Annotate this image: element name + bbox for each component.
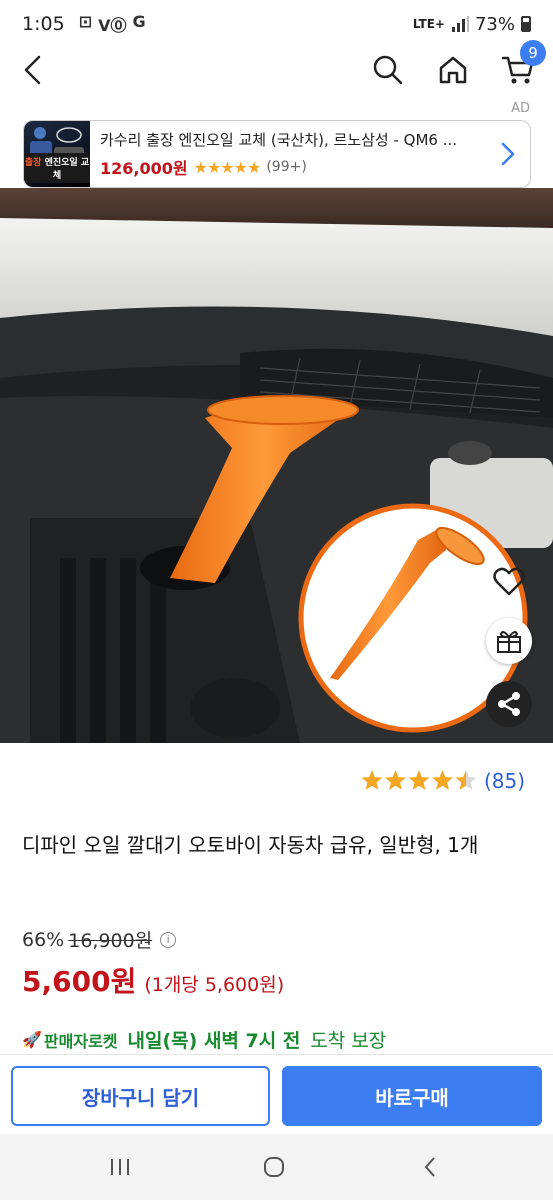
ad-thumb-caption: 출장 엔진오일 교체: [24, 153, 90, 183]
g-icon: G: [132, 12, 146, 31]
buy-now-button[interactable]: 바로구매: [282, 1066, 542, 1126]
rocket-icon: 🚀: [22, 1030, 42, 1049]
discount-rate: 66%: [22, 928, 65, 951]
chevron-right-icon: [501, 142, 515, 166]
gift-icon: [497, 631, 521, 653]
status-bar: 1:05 ⊡ V⓪ G LTE+ 73%: [0, 0, 553, 48]
rating-star-icon: [455, 770, 477, 790]
status-time: 1:05: [22, 13, 65, 35]
battery-percent: 73%: [474, 13, 515, 35]
favorite-button[interactable]: [486, 558, 532, 604]
ad-review-count: (99+): [266, 159, 307, 175]
rating-stars: [361, 770, 477, 790]
rating-star-icon: [361, 770, 383, 790]
arrival-guarantee: 도착 보장: [310, 1030, 387, 1052]
price-row: 5,600원 (1개당 5,600원): [22, 960, 284, 1000]
arrival-date: 내일(목) 새벽 7시 전: [127, 1030, 301, 1052]
info-icon[interactable]: i: [160, 931, 177, 948]
home-circle-icon: [264, 1157, 284, 1177]
ad-rating-stars: ★★★★★: [193, 157, 262, 177]
ad-text: 카수리 출장 엔진오일 교체 (국산차), 르노삼성 - QM6 ... 126…: [90, 129, 530, 179]
home-button[interactable]: [431, 48, 475, 92]
network-type: LTE+: [412, 16, 445, 31]
ad-thumbnail: 출장 엔진오일 교체: [24, 121, 90, 187]
battery-icon: [521, 16, 531, 32]
signal-icon: [451, 16, 469, 32]
product-rating[interactable]: (85): [360, 768, 525, 794]
gift-button[interactable]: [486, 618, 532, 664]
product-image[interactable]: [0, 188, 553, 743]
share-icon: [498, 692, 520, 716]
rating-star-icon: [431, 770, 453, 790]
rocket-delivery-badge: 🚀 판매자로켓: [22, 1030, 118, 1051]
ad-price: 126,000원: [100, 159, 188, 178]
ad-banner[interactable]: 출장 엔진오일 교체 카수리 출장 엔진오일 교체 (국산차), 르노삼성 - …: [23, 120, 531, 188]
review-count[interactable]: (85): [484, 769, 525, 793]
notification-icons: ⊡ V⓪ G: [79, 12, 146, 36]
discount-row: 66% 16,900원 i: [22, 926, 177, 953]
ad-title: 카수리 출장 엔진오일 교체 (국산차), 르노삼성 - QM6 ...: [100, 131, 458, 149]
add-to-cart-button[interactable]: 장바구니 담기: [11, 1066, 270, 1126]
recent-apps-icon: [111, 1159, 129, 1175]
voicemail-icon: ⊡: [78, 12, 93, 31]
system-nav-bar: [0, 1134, 553, 1200]
bottom-action-bar: 장바구니 담기 바로구매: [0, 1054, 553, 1134]
ad-price-row: 126,000원 ★★★★★ (99+): [100, 155, 530, 179]
search-icon: [373, 55, 403, 85]
recent-apps-button[interactable]: [98, 1147, 142, 1187]
product-title: 디파인 오일 깔대기 오토바이 자동차 급유, 일반형, 1개: [22, 833, 479, 857]
rating-star-icon: [384, 770, 406, 790]
unit-price: (1개당 5,600원): [144, 974, 285, 996]
cart-button[interactable]: 9: [496, 40, 546, 92]
back-button[interactable]: [10, 48, 54, 92]
product-photo-funnel: [0, 188, 553, 743]
rating-star-icon: [408, 770, 430, 790]
cart-count-badge: 9: [520, 40, 546, 66]
search-button[interactable]: [366, 48, 410, 92]
home-system-button[interactable]: [252, 1147, 296, 1187]
ad-label: AD: [511, 101, 530, 116]
back-system-button[interactable]: [408, 1147, 452, 1187]
sale-price: 5,600원: [22, 965, 137, 998]
home-icon: [439, 56, 467, 84]
back-chevron-icon: [424, 1157, 435, 1177]
volte-icon: V⓪: [98, 16, 127, 35]
heart-icon: [493, 567, 525, 596]
delivery-info: 🚀 판매자로켓 내일(목) 새벽 7시 전 도착 보장: [22, 1026, 386, 1053]
back-arrow-icon: [24, 55, 41, 85]
original-price: 16,900원: [68, 930, 153, 952]
top-nav: 9: [0, 40, 553, 92]
share-button[interactable]: [486, 681, 532, 727]
